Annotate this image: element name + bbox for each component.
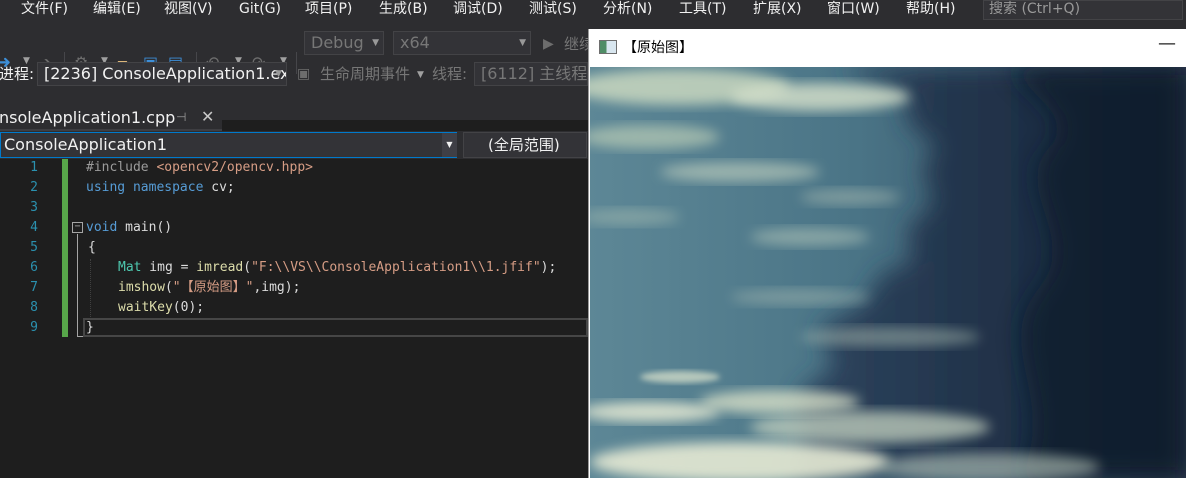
- line-number: 2: [30, 180, 38, 195]
- keyword-using: using: [86, 180, 126, 195]
- code-line-9: }: [86, 320, 94, 335]
- code-editor[interactable]: 1 2 3 4 5 6 7 8 9 − #include <opencv2/op…: [0, 159, 588, 478]
- lifecycle-icon: ▣: [297, 66, 311, 82]
- window-title: 【原始图】: [623, 39, 693, 55]
- menu-build[interactable]: 生成(B): [379, 0, 428, 20]
- configuration-select[interactable]: Debug ▼: [304, 31, 384, 55]
- menu-window[interactable]: 窗口(W): [827, 0, 880, 20]
- preprocessor-directive: #include: [86, 160, 157, 175]
- current-line-highlight: [83, 318, 588, 337]
- line-number: 1: [30, 160, 38, 175]
- menu-view[interactable]: 视图(V): [164, 0, 213, 20]
- minimize-button[interactable]: —: [1155, 33, 1179, 57]
- window-name-string: "【原始图】": [172, 280, 254, 295]
- window-icon: [599, 40, 617, 54]
- image-window[interactable]: 【原始图】 —: [588, 29, 1186, 478]
- code-line-2: using namespace cv;: [86, 178, 235, 198]
- search-input[interactable]: 搜索 (Ctrl+Q): [983, 0, 1183, 20]
- change-indicator: [62, 159, 68, 337]
- code-line-4: void main(): [86, 218, 172, 238]
- platform-select[interactable]: x64 ▼: [393, 31, 531, 55]
- line-number: 7: [30, 280, 38, 295]
- collapse-icon[interactable]: −: [72, 222, 83, 233]
- paren-open: (: [243, 260, 252, 275]
- code-line-7: imshow("【原始图】",img);: [118, 278, 300, 298]
- code-line-1: #include <opencv2/opencv.hpp>: [86, 158, 313, 178]
- line-number: 6: [30, 260, 38, 275]
- include-header: <opencv2/opencv.hpp>: [156, 160, 313, 175]
- type-mat: Mat: [118, 260, 142, 275]
- line-number: 4: [30, 220, 38, 235]
- indent-guide: [90, 259, 91, 317]
- menu-debug[interactable]: 调试(D): [453, 0, 503, 20]
- function-imread: imread: [196, 260, 244, 275]
- call-args: (0);: [172, 300, 205, 315]
- chevron-down-icon[interactable]: ▼: [442, 133, 457, 157]
- project-scope-value: ConsoleApplication1: [4, 135, 168, 154]
- configuration-value: Debug: [311, 33, 364, 52]
- line-number: 9: [30, 320, 38, 335]
- keyword-namespace: namespace: [132, 180, 204, 195]
- sky-image: [590, 67, 1186, 478]
- document-tab[interactable]: ConsoleApplication1.cpp ⊣ ✕: [0, 106, 222, 131]
- paren-open: (: [164, 280, 173, 295]
- project-scope-select[interactable]: ConsoleApplication1 ▼: [0, 132, 457, 158]
- menu-tools[interactable]: 工具(T): [679, 0, 726, 20]
- chevron-down-icon: ▼: [372, 38, 379, 48]
- global-scope-value: (全局范围): [488, 136, 560, 154]
- menu-bar: 文件(F) 编辑(E) 视图(V) Git(G) 项目(P) 生成(B) 调试(…: [0, 0, 1186, 20]
- line-number: 5: [30, 240, 38, 255]
- menu-analyze[interactable]: 分析(N): [603, 0, 652, 20]
- function-imshow: imshow: [118, 280, 165, 295]
- lifecycle-dropdown-icon[interactable]: ▼: [417, 70, 424, 80]
- call-args: ,img);: [253, 280, 301, 295]
- menu-test[interactable]: 测试(S): [529, 0, 577, 20]
- code-line-6: Mat img = imread("F:\\VS\\ConsoleApplica…: [118, 258, 556, 278]
- function-signature: main(): [117, 220, 173, 235]
- thread-select[interactable]: [6112] 主线程: [474, 62, 588, 86]
- navigation-bar: ConsoleApplication1 ▼ (全局范围): [0, 131, 588, 159]
- sky-image-graphic: [590, 67, 1186, 478]
- path-string: "F:\\VS\\ConsoleApplication1\\1.jfif": [251, 260, 541, 275]
- menu-project[interactable]: 项目(P): [305, 0, 352, 20]
- paren-close: );: [540, 260, 557, 275]
- fold-guide: [77, 234, 78, 337]
- menu-git[interactable]: Git(G): [239, 0, 281, 20]
- process-value: [2236] ConsoleApplication1.exe: [44, 64, 287, 83]
- keyword-void: void: [86, 220, 118, 235]
- code-line-5: {: [88, 240, 96, 255]
- line-number: 3: [30, 200, 38, 215]
- chevron-down-icon: ▼: [519, 38, 526, 48]
- image-window-titlebar[interactable]: 【原始图】 —: [589, 29, 1186, 67]
- thread-value: [6112] 主线程: [481, 64, 588, 83]
- process-select[interactable]: [2236] ConsoleApplication1.exe ▼: [37, 62, 287, 86]
- menu-edit[interactable]: 编辑(E): [93, 0, 141, 20]
- thread-label: 线程:: [432, 65, 468, 83]
- platform-value: x64: [400, 33, 430, 52]
- chevron-down-icon: ▼: [275, 69, 282, 79]
- process-label: 进程:: [0, 65, 35, 83]
- function-waitkey: waitKey: [118, 300, 173, 315]
- play-icon[interactable]: ▶: [543, 34, 554, 54]
- global-scope-select[interactable]: (全局范围): [463, 132, 587, 158]
- assignment: img =: [141, 260, 197, 275]
- menu-help[interactable]: 帮助(H): [906, 0, 955, 20]
- menu-extensions[interactable]: 扩展(X): [753, 0, 802, 20]
- line-number: 8: [30, 300, 38, 315]
- lifecycle-events-button[interactable]: 生命周期事件: [320, 64, 410, 84]
- code-line-8: waitKey(0);: [118, 298, 204, 318]
- pin-icon[interactable]: ⊣: [176, 110, 186, 124]
- namespace-name: cv;: [203, 180, 235, 195]
- menu-file[interactable]: 文件(F): [21, 0, 68, 20]
- document-tab-label: ConsoleApplication1.cpp: [0, 108, 176, 127]
- close-icon[interactable]: ✕: [201, 107, 214, 126]
